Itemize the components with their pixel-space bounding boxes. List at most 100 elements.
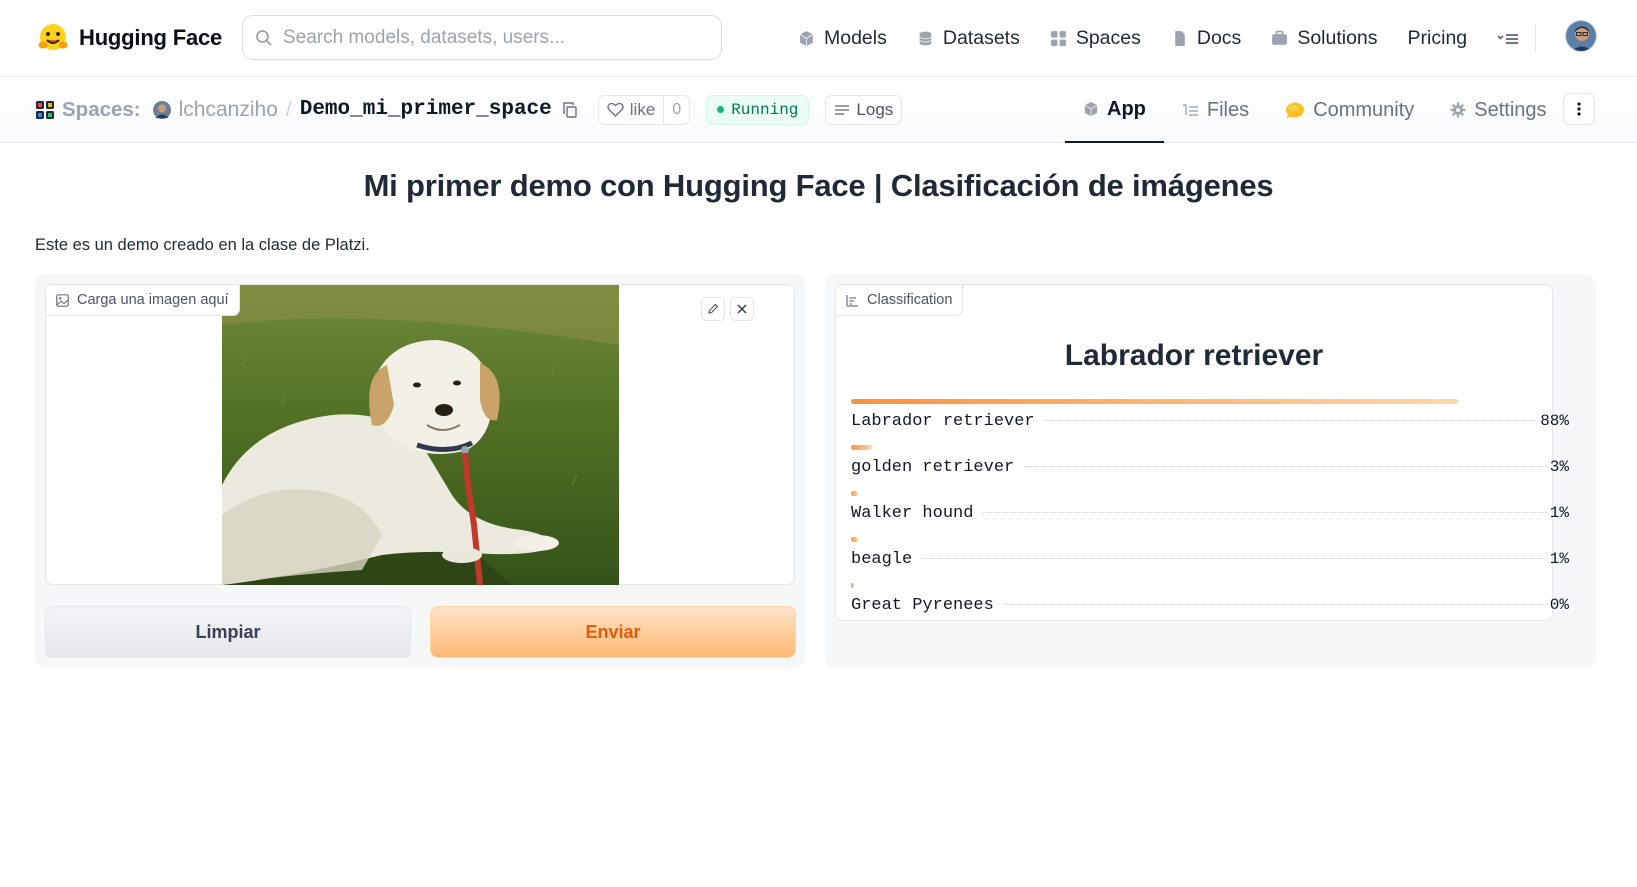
nav-datasets-label: Datasets [942,27,1020,49]
tab-community[interactable]: Community [1267,77,1432,143]
owner-avatar-icon [152,100,171,119]
search-input[interactable] [283,26,703,49]
hugging-face-logo-icon [38,24,68,50]
submit-button[interactable]: Enviar [430,606,796,658]
nav-pricing-label: Pricing [1407,27,1468,49]
space-header: Spaces: lchcanziho / Demo_mi_primer_spac… [0,77,1637,143]
leader-dots [983,512,1548,513]
like-button-group[interactable]: like 0 [597,94,691,125]
space-tabs: App Files Community Settings [1065,77,1565,143]
brand-name: Hugging Face [79,25,223,50]
like-button[interactable]: like [599,95,665,124]
breadcrumb-separator: / [285,97,292,121]
nav-models[interactable]: Models [798,27,887,50]
gear-icon [1450,102,1466,118]
image-input-label: Carga una imagen aquí [45,284,240,316]
space-name-link[interactable]: Demo_mi_primer_space [300,98,552,121]
avatar-icon [1566,21,1596,51]
nav-docs-label: Docs [1196,27,1242,49]
top-navigation: Hugging Face Models Datasets Spaces Docs… [0,0,1637,77]
heart-icon [607,102,624,117]
tab-app[interactable]: App [1065,77,1164,143]
nav-spaces-label: Spaces [1075,27,1141,49]
nav-solutions-label: Solutions [1297,27,1378,49]
confidence-label: beagle [851,550,913,569]
confidence-percent: 3% [1549,458,1569,476]
image-input-panel[interactable]: Carga una imagen aquí [45,284,795,585]
bar-chart-icon [846,294,858,307]
confidence-percent: 1% [1549,504,1569,522]
close-icon [737,304,747,314]
app-description: Este es un demo creado en la clase de Pl… [35,236,370,254]
logs-icon [835,104,850,115]
classification-panel: Classification Labrador retriever Labrad… [835,284,1569,621]
confidence-row: golden retriever 3% [851,445,1569,477]
confidence-bar [851,491,858,496]
confidence-bar [851,445,872,450]
files-icon [1182,104,1198,116]
confidence-row: Walker hound 1% [851,491,1569,523]
more-options-button[interactable] [1563,93,1595,125]
confidence-row: beagle 1% [851,537,1569,569]
nav-docs[interactable]: Docs [1171,27,1241,50]
tab-app-label: App [1107,97,1146,120]
image-icon [56,293,69,307]
spaces-label[interactable]: Spaces: [62,98,141,122]
input-column: Carga una imagen aquí Limpiar Enviar [35,274,805,668]
like-label: like [629,99,656,119]
tab-settings-label: Settings [1474,98,1547,121]
confidence-label: Walker hound [851,504,974,523]
top-prediction: Labrador retriever [1064,339,1324,372]
main-nav: Models Datasets Spaces Docs Solutions Pr… [798,0,1519,77]
nav-solutions[interactable]: Solutions [1271,27,1378,50]
app-row: Carga una imagen aquí Limpiar Enviar Cla… [35,274,1596,668]
app-title: Mi primer demo con Hugging Face | Clasif… [363,168,1274,203]
nav-datasets[interactable]: Datasets [917,27,1020,50]
confidence-bar [851,399,1458,404]
search-icon [256,29,272,46]
database-icon [919,31,932,46]
space-owner-link[interactable]: lchcanziho [179,98,278,122]
status-dot-icon [717,106,725,113]
tab-files-label: Files [1206,98,1250,121]
spaces-logo-icon [36,100,54,119]
vertical-dots-icon [1577,102,1581,116]
leader-dots [1024,466,1548,467]
search-box[interactable] [242,15,722,60]
brand[interactable]: Hugging Face [36,21,222,55]
user-avatar[interactable] [1565,20,1597,52]
classification-label-text: Classification [867,292,953,308]
confidence-label: Great Pyrenees [851,596,994,615]
nav-pricing[interactable]: Pricing [1408,27,1468,50]
community-icon [1286,102,1305,119]
briefcase-icon [1272,30,1288,45]
clear-button[interactable]: Limpiar [45,606,411,658]
tab-settings[interactable]: Settings [1432,77,1564,143]
cube-icon [799,31,814,46]
uploaded-dog-image [222,285,619,585]
cube-icon [1084,102,1098,116]
doc-icon [1175,31,1185,46]
grid-icon [1050,31,1066,46]
nav-divider [1535,24,1536,52]
like-count[interactable]: 0 [664,96,689,124]
output-column: Classification Labrador retriever Labrad… [825,274,1596,668]
breadcrumb: Spaces: lchcanziho / Demo_mi_primer_spac… [36,94,903,125]
nav-more-menu[interactable] [1497,32,1519,46]
nav-models-label: Models [824,27,887,49]
confidence-percent: 1% [1549,550,1569,568]
status-text: Running [731,100,799,119]
edit-image-button[interactable] [701,297,725,321]
logs-label: Logs [856,99,894,119]
confidence-percent: 0% [1549,596,1569,614]
nav-spaces[interactable]: Spaces [1050,27,1141,50]
confidence-row: Great Pyrenees 0% [851,583,1569,615]
leader-dots [922,558,1548,559]
logs-button[interactable]: Logs [825,94,903,125]
clear-image-button[interactable] [730,297,754,321]
tab-files[interactable]: Files [1164,77,1267,143]
confidence-percent: 88% [1540,412,1569,430]
copy-icon[interactable] [562,101,578,118]
confidence-bar [851,583,854,588]
confidence-bar [851,537,858,542]
